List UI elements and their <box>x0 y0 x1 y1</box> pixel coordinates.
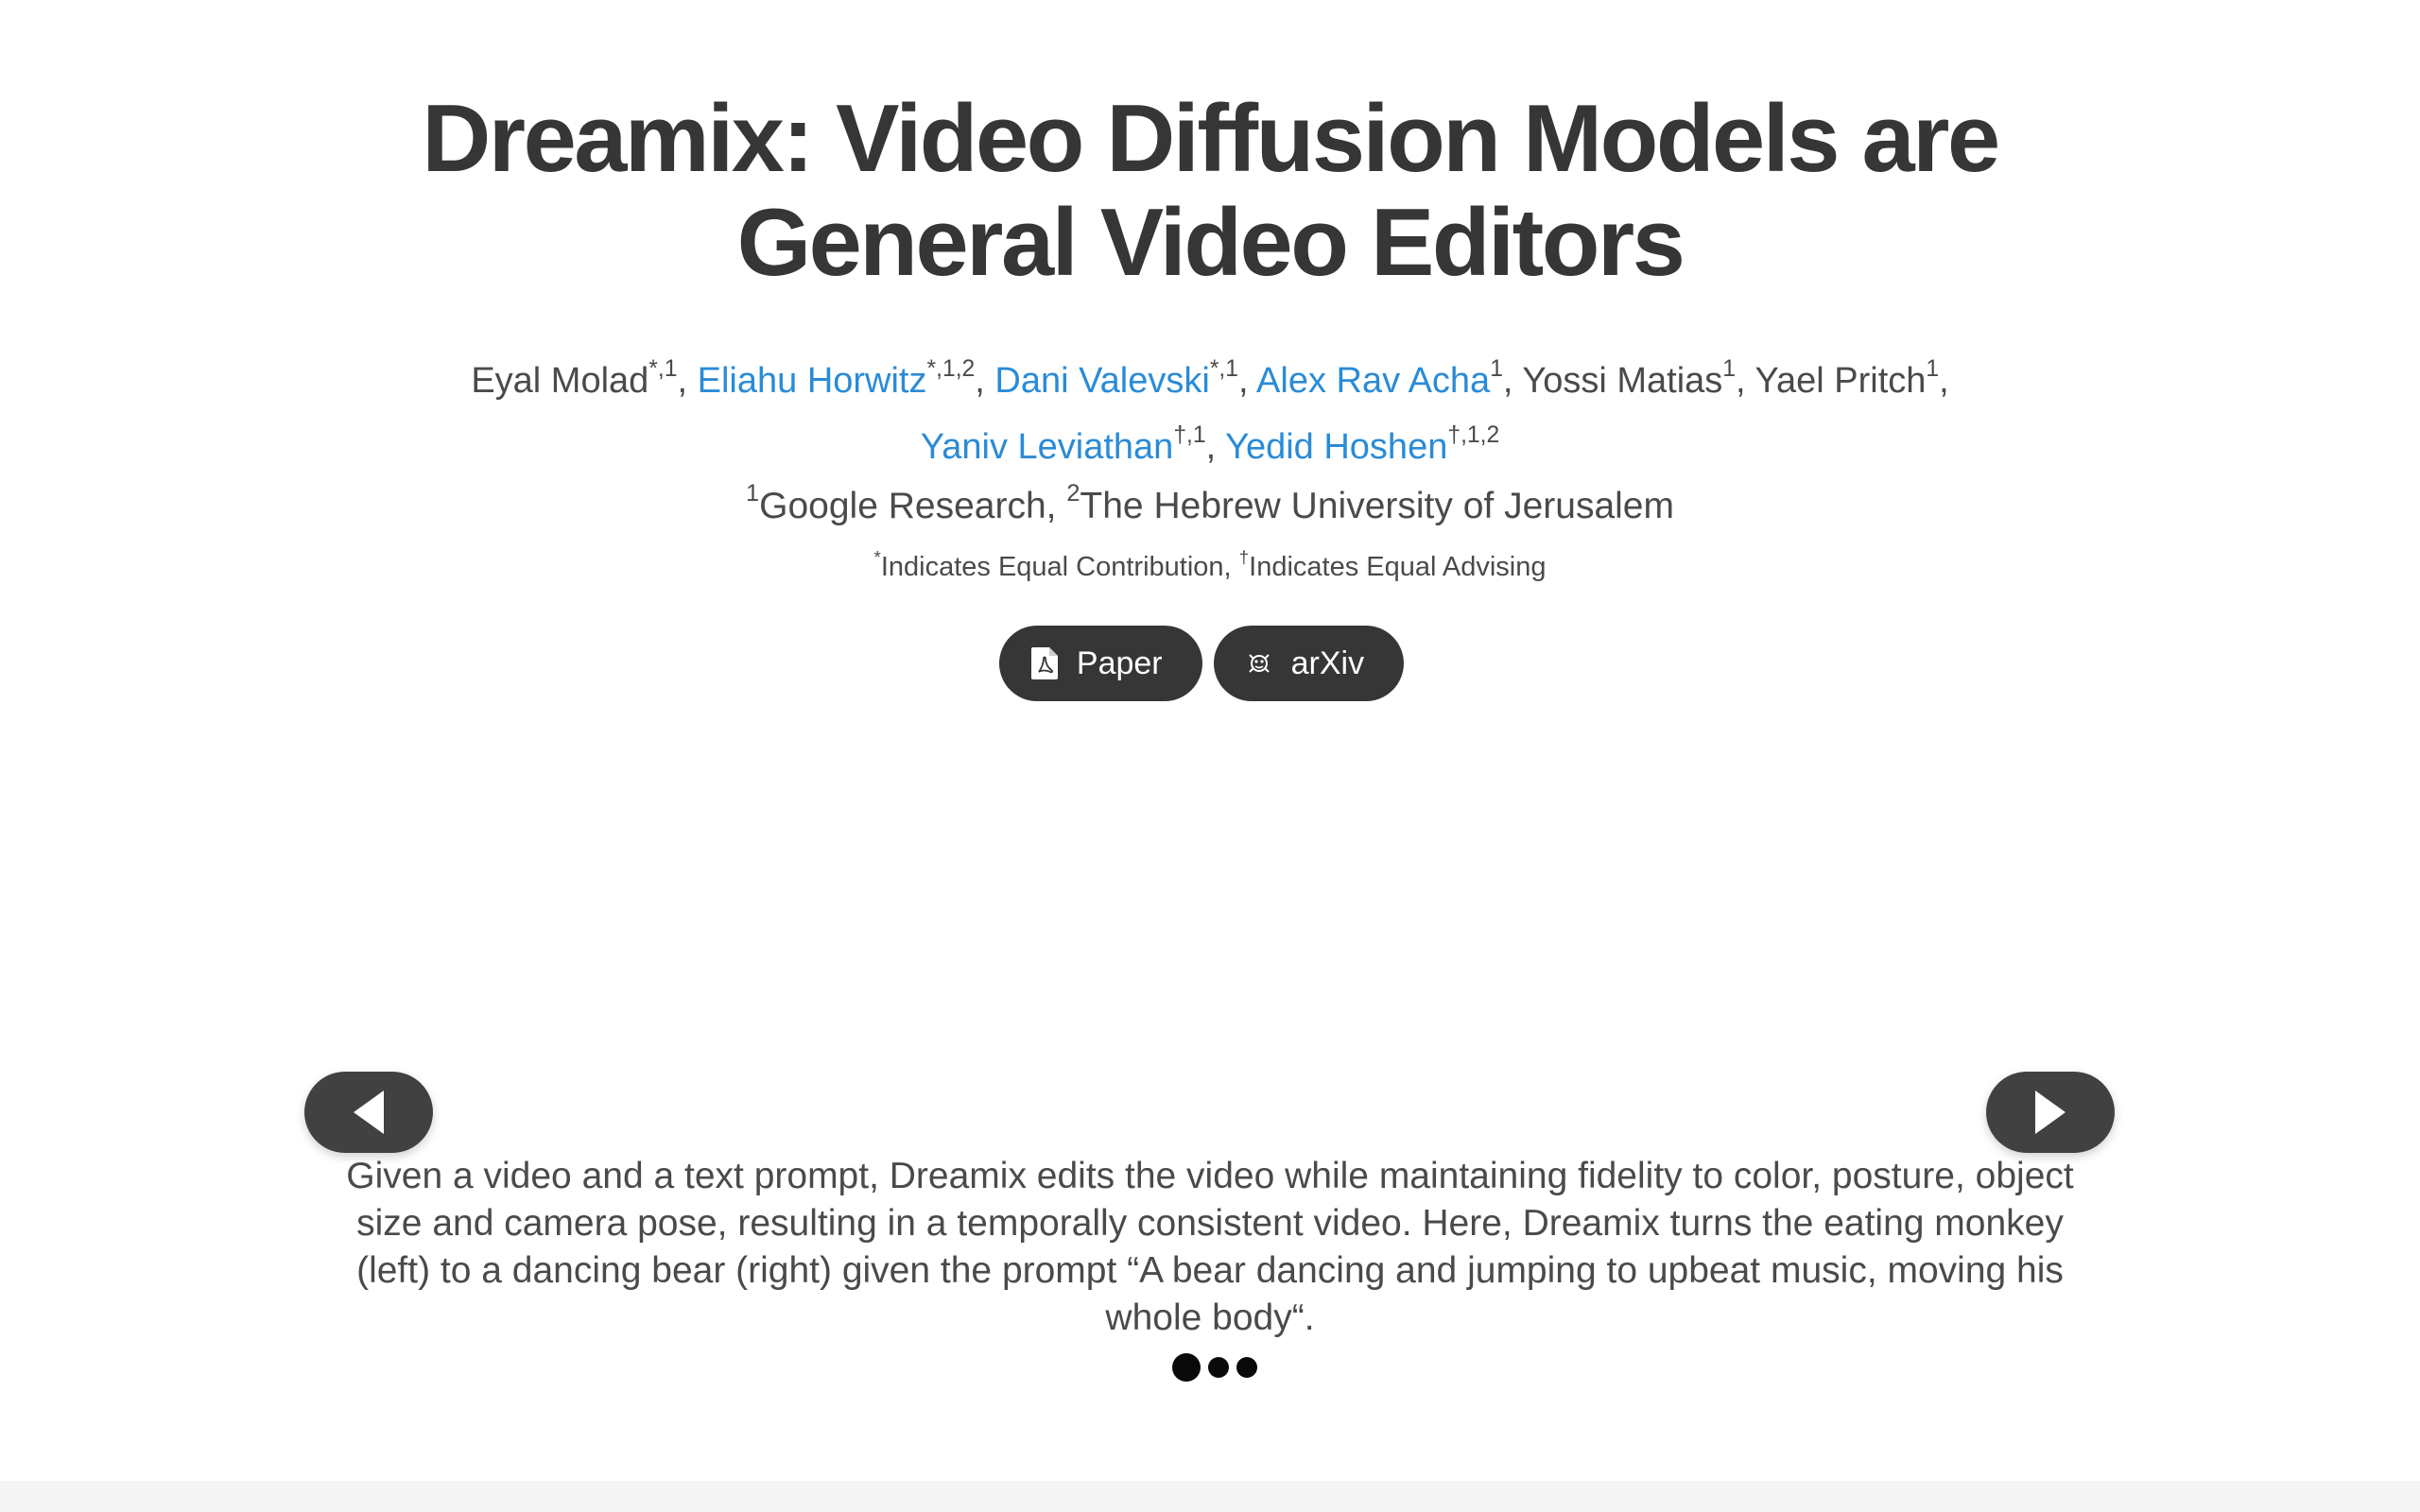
caret-left-icon <box>354 1091 384 1134</box>
affiliation-sup-1: 1 <box>746 480 760 507</box>
carousel-prev-button[interactable] <box>304 1072 433 1153</box>
arxiv-icon <box>1246 647 1272 679</box>
carousel-dot-1[interactable] <box>1172 1353 1201 1382</box>
footer-band <box>0 1481 2420 1512</box>
author-list: Eyal Molad*,1, Eliahu Horwitz*,1,2, Dani… <box>359 348 2061 480</box>
project-page: Dreamix: Video Diffusion Models are Gene… <box>0 0 2420 1512</box>
carousel-pagination <box>0 1351 2420 1383</box>
affiliations: 1Google Research, 2The Hebrew University… <box>746 480 1674 526</box>
paper-button[interactable]: Paper <box>998 626 1202 701</box>
carousel-dot-2[interactable] <box>1208 1357 1229 1378</box>
affiliation-huji: The Hebrew University of Jerusalem <box>1080 486 1674 526</box>
author-alex-rav-acha[interactable]: Alex Rav Acha1, <box>1256 357 1522 401</box>
author-yossi-matias: Yossi Matias1, <box>1522 355 1755 401</box>
carousel-caption: Given a video and a text prompt, Dreamix… <box>346 1156 2074 1338</box>
link-buttons: Paper arXiv <box>0 626 2420 701</box>
author-yaniv-leviathan[interactable]: Yaniv Leviathan†,1, <box>921 423 1225 467</box>
arxiv-button[interactable]: arXiv <box>1213 626 1405 701</box>
file-pdf-icon <box>1030 647 1058 679</box>
paper-button-label: Paper <box>1076 644 1163 681</box>
caret-right-icon <box>2035 1091 2066 1134</box>
author-dani-valevski[interactable]: Dani Valevski*,1, <box>994 357 1256 401</box>
carousel-dot-3[interactable] <box>1236 1357 1257 1378</box>
author-yedid-hoshen[interactable]: Yedid Hoshen†,1,2 <box>1225 423 1499 467</box>
contribution-note: *Indicates Equal Contribution, †Indicate… <box>873 546 1547 582</box>
author-yael-pritch: Yael Pritch1, <box>1754 355 1949 401</box>
arxiv-button-label: arXiv <box>1290 644 1365 681</box>
page-title: Dreamix: Video Diffusion Models are Gene… <box>422 86 2000 296</box>
author-eyal-molad: Eyal Molad*,1, <box>471 355 698 401</box>
affiliation-sup-2: 2 <box>1066 480 1080 507</box>
carousel-next-button[interactable] <box>1986 1072 2115 1153</box>
affiliation-google: Google Research <box>759 486 1046 526</box>
author-eliahu-horwitz[interactable]: Eliahu Horwitz*,1,2, <box>698 357 995 401</box>
